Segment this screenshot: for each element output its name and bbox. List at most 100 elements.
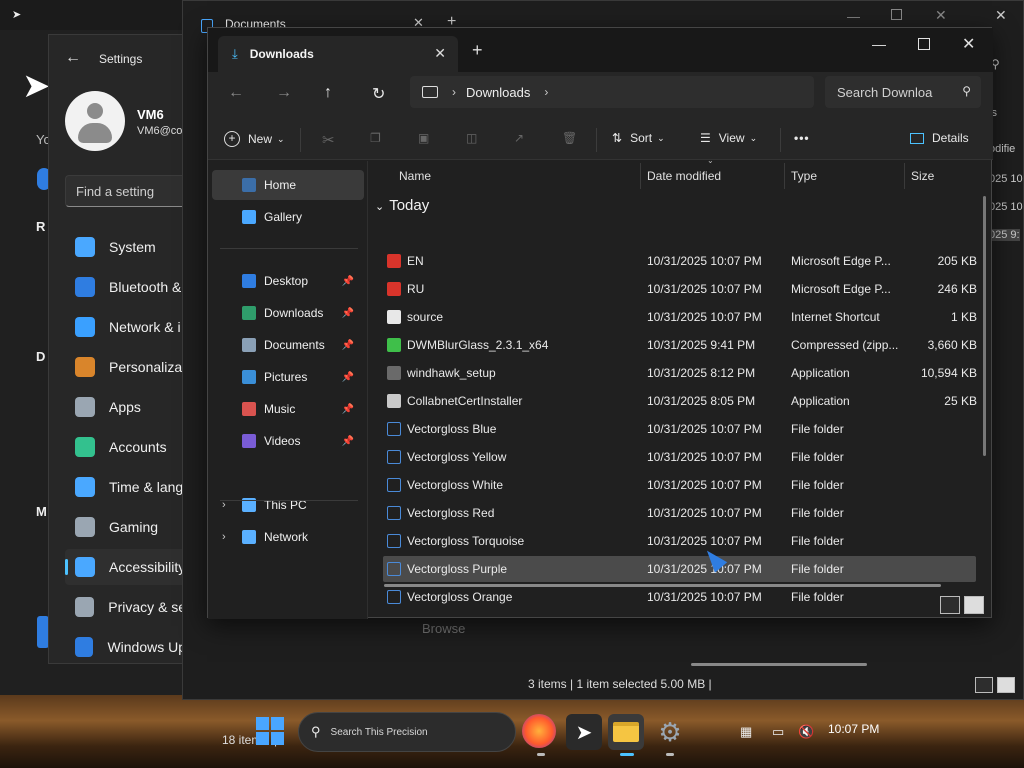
command-bar: + New ⌄ ✂ ❐ ▣ ◫ ↗ 🗑 ⇅ Sort ⌄ ☰ View ⌄ ••… bbox=[208, 120, 993, 160]
tiles-view-icon[interactable] bbox=[964, 596, 984, 614]
browse-button[interactable]: Browse bbox=[422, 621, 465, 636]
sidebar-item-home[interactable]: Home bbox=[212, 170, 364, 200]
group-header-today[interactable]: ⌄ Today bbox=[375, 197, 429, 214]
cut-icon[interactable]: ✂ bbox=[322, 131, 335, 149]
file-list: Name ⌄ Date modified Type Size ⌄ Today EN… bbox=[369, 156, 993, 604]
sidebar-item-label: Downloads bbox=[264, 306, 324, 320]
sidebar-item-this-pc[interactable]: › This PC bbox=[212, 490, 364, 520]
file-row[interactable]: Vectorgloss White 10/31/2025 10:07 PM File… bbox=[383, 472, 976, 498]
file-type: File folder bbox=[791, 478, 844, 492]
column-header-size[interactable]: Size bbox=[911, 169, 934, 183]
column-divider[interactable] bbox=[640, 163, 641, 189]
new-button[interactable]: + New ⌄ bbox=[224, 131, 285, 147]
horizontal-scrollbar[interactable] bbox=[384, 584, 941, 587]
details-pane-button[interactable]: Details bbox=[910, 131, 969, 145]
column-header-type[interactable]: Type bbox=[791, 169, 817, 183]
pdf-icon bbox=[387, 254, 401, 268]
chevron-right-icon[interactable]: › bbox=[544, 85, 548, 99]
rename-icon[interactable]: ◫ bbox=[466, 131, 477, 145]
gamepad-icon bbox=[75, 517, 95, 537]
sidebar-item-downloads[interactable]: Downloads 📌 bbox=[212, 298, 364, 328]
tab-title: Downloads bbox=[249, 47, 314, 61]
file-row[interactable]: Vectorgloss Red 10/31/2025 10:07 PM File f… bbox=[383, 500, 976, 526]
file-name: Vectorgloss White bbox=[407, 478, 504, 492]
search-input[interactable]: Search Downloa ⚲ bbox=[825, 76, 981, 108]
file-row[interactable]: CollabnetCertInstaller 10/31/2025 8:05 PM… bbox=[383, 388, 977, 414]
maximize-icon[interactable] bbox=[891, 9, 902, 20]
view-label: View bbox=[718, 131, 745, 145]
view-button[interactable]: ☰ View ⌄ bbox=[700, 131, 757, 145]
wifi-icon bbox=[75, 317, 95, 337]
display-icon[interactable]: ▭ bbox=[772, 724, 784, 740]
minimize-icon[interactable]: — bbox=[847, 9, 860, 24]
details-view-icon[interactable] bbox=[940, 596, 960, 614]
windhawk-icon[interactable]: ➤ bbox=[566, 714, 602, 750]
delete-icon[interactable]: 🗑 bbox=[562, 131, 577, 145]
sidebar-item-pictures[interactable]: Pictures 📌 bbox=[212, 362, 364, 392]
docs-horizontal-scrollbar[interactable] bbox=[691, 663, 867, 666]
file-type: File folder bbox=[791, 506, 844, 520]
update-icon bbox=[75, 637, 94, 657]
sidebar-item-documents[interactable]: Documents 📌 bbox=[212, 330, 364, 360]
file-row[interactable]: source 10/31/2025 10:07 PM Internet Shortc… bbox=[383, 304, 977, 330]
chevron-down-icon: ⌄ bbox=[657, 132, 665, 143]
chevron-right-icon[interactable]: › bbox=[222, 531, 226, 543]
breadcrumb[interactable]: Downloads bbox=[466, 85, 530, 100]
tab-downloads[interactable]: ⤓ Downloads ✕ bbox=[218, 36, 458, 72]
close-window-icon[interactable]: ✕ bbox=[962, 34, 975, 54]
close-window-icon[interactable]: ✕ bbox=[995, 7, 1007, 24]
start-button[interactable] bbox=[256, 717, 286, 747]
more-options-button[interactable]: ••• bbox=[794, 131, 810, 145]
back-arrow-icon[interactable]: ← bbox=[65, 49, 81, 67]
file-row[interactable]: Vectorgloss Blue 10/31/2025 10:07 PM File … bbox=[383, 416, 976, 442]
paste-icon[interactable]: ▣ bbox=[418, 131, 429, 145]
settings-gear-icon[interactable]: ⚙ bbox=[652, 714, 688, 750]
share-icon[interactable]: ↗ bbox=[514, 131, 524, 145]
file-row[interactable]: EN 10/31/2025 10:07 PM Microsoft Edge P...… bbox=[383, 248, 977, 274]
qr-scanner-icon[interactable]: ▦ bbox=[740, 724, 752, 740]
sidebar-item-gallery[interactable]: Gallery bbox=[212, 202, 364, 232]
column-header-name[interactable]: Name bbox=[399, 169, 431, 183]
file-row[interactable]: Vectorgloss Yellow 10/31/2025 10:07 PM Fil… bbox=[383, 444, 976, 470]
file-row[interactable]: DWMBlurGlass_2.3.1_x64 10/31/2025 9:41 PM… bbox=[383, 332, 977, 358]
sidebar-item-music[interactable]: Music 📌 bbox=[212, 394, 364, 424]
refresh-icon[interactable]: ↻ bbox=[372, 84, 385, 104]
sidebar-item-network[interactable]: › Network bbox=[212, 522, 364, 552]
maximize-icon[interactable] bbox=[918, 38, 930, 50]
close-window-icon[interactable]: ✕ bbox=[935, 7, 947, 24]
taskbar-clock[interactable]: 10:07 PM bbox=[828, 722, 879, 736]
file-size: 1 KB bbox=[950, 310, 977, 324]
close-tab-icon[interactable]: ✕ bbox=[434, 45, 446, 62]
forward-arrow-icon[interactable]: → bbox=[276, 84, 292, 102]
new-tab-icon[interactable]: + bbox=[472, 40, 483, 61]
sidebar-item-desktop[interactable]: Desktop 📌 bbox=[212, 266, 364, 296]
up-arrow-icon[interactable]: ↑ bbox=[324, 84, 332, 102]
firefox-icon[interactable] bbox=[522, 714, 556, 748]
tiles-view-icon[interactable] bbox=[997, 677, 1015, 693]
copy-icon[interactable]: ❐ bbox=[370, 131, 381, 145]
toolbar-divider bbox=[300, 128, 301, 152]
file-row[interactable]: windhawk_setup 10/31/2025 8:12 PM Applicat… bbox=[383, 360, 977, 386]
volume-muted-icon[interactable]: 🔇 bbox=[798, 724, 814, 740]
column-divider[interactable] bbox=[784, 163, 785, 189]
column-header-date[interactable]: Date modified bbox=[647, 169, 721, 183]
file-row[interactable]: Vectorgloss Purple 10/31/2025 10:07 PM Fil… bbox=[383, 556, 976, 582]
sidebar-item-label: Home bbox=[264, 178, 297, 192]
file-type: File folder bbox=[791, 450, 844, 464]
folder-icon bbox=[387, 506, 401, 520]
column-divider[interactable] bbox=[904, 163, 905, 189]
sort-button[interactable]: ⇅ Sort ⌄ bbox=[612, 131, 665, 145]
taskbar-search-box[interactable]: ⚲ Search This Precision bbox=[298, 712, 516, 752]
vertical-scrollbar[interactable] bbox=[983, 196, 986, 456]
sidebar-item-videos[interactable]: Videos 📌 bbox=[212, 426, 364, 456]
avatar[interactable] bbox=[65, 91, 125, 151]
address-bar[interactable]: › Downloads › bbox=[410, 76, 814, 108]
file-row[interactable]: RU 10/31/2025 10:07 PM Microsoft Edge P...… bbox=[383, 276, 977, 302]
back-arrow-icon[interactable]: ← bbox=[228, 84, 244, 102]
file-explorer-icon[interactable] bbox=[608, 714, 644, 750]
file-row[interactable]: Vectorgloss Orange 10/31/2025 10:07 PM Fil… bbox=[383, 584, 976, 610]
file-row[interactable]: Vectorgloss Torquoise 10/31/2025 10:07 PM… bbox=[383, 528, 976, 554]
details-view-icon[interactable] bbox=[975, 677, 993, 693]
minimize-icon[interactable]: — bbox=[872, 36, 886, 52]
music-icon bbox=[242, 402, 256, 416]
